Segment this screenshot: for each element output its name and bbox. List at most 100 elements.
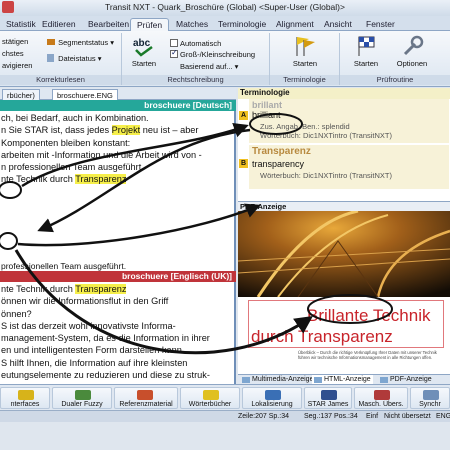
editor-pane: rbücher) broschuere.ENG broschuere [Deut… [0, 88, 236, 384]
status-segment-state: Nicht übersetzt [384, 413, 431, 420]
target-line: önnen wir die Informationsflut in den Gr… [1, 296, 169, 307]
terminology-start-button[interactable]: Starten [285, 35, 325, 73]
term1-info-value: splendid [321, 122, 350, 131]
pdf-body-text: Überblick – Durch die richtige Verknüpfu… [298, 350, 437, 360]
reference-material-icon [137, 390, 153, 400]
source-highlight-transparenz: Transparenz [75, 174, 127, 185]
tab-fenster[interactable]: Fenster [360, 18, 401, 31]
corr-bestaetigen[interactable]: stätigen [2, 37, 28, 46]
target-language-header: broschuere [Englisch (UK)] [0, 271, 236, 282]
window-title: Transit NXT - Quark_Broschüre (Global) <… [105, 2, 345, 12]
dual-fuzzy-button[interactable]: Dualer Fuzzy [52, 387, 112, 409]
tab-terminologie[interactable]: Terminologie [212, 18, 272, 31]
term1-source: brillant [252, 100, 283, 110]
term1-dict-value: Dic1NXTintro (TransitNXT) [302, 131, 392, 140]
window-bottom-area [0, 422, 450, 450]
interfaces-label: nterfaces [10, 401, 40, 408]
dateistatus-icon [47, 54, 54, 62]
term2-dict: Wörterbuch: Dic1NXTintro (TransitNXT) [260, 171, 392, 180]
banner-line-2: durch Transparenz [251, 327, 393, 346]
status-line-col: Zeile:207 Sp.:34 [238, 413, 289, 420]
status-language: ENG [436, 413, 450, 420]
tab-pruefen[interactable]: Prüfen [130, 18, 170, 31]
reference-material-button[interactable]: Referenzmaterial [114, 387, 178, 409]
tab-bearbeiten[interactable]: Bearbeiten [82, 18, 135, 31]
target-highlight-transparenz: Transparenz [75, 284, 127, 294]
target-text[interactable]: nte Technik durch Transparenz önnen wir … [0, 283, 236, 384]
checkbox-checked-icon [170, 48, 178, 58]
tab-ansicht[interactable]: Ansicht [318, 18, 358, 31]
localization-label: Lokalisierung [251, 401, 293, 408]
target-line: en und intelligentesten Form darstellen … [1, 345, 185, 356]
check-start-button[interactable]: Starten [346, 35, 386, 73]
ribbon-tab-bar: Statistik Editieren Bearbeiten Prüfen Ma… [0, 16, 450, 31]
dictionaries-icon [203, 390, 219, 400]
term1-info-label: Zus. Angab. Ben.: [260, 122, 320, 131]
source-line: n professionellen Team ausgeführt. [1, 162, 144, 173]
abc-icon: abc [133, 38, 153, 57]
eiffel-tower-photo [238, 211, 450, 297]
synchron-button[interactable]: Synchr [410, 387, 450, 409]
segmentstatus-icon [47, 39, 55, 45]
spell-gross-label: Groß-/Kleinschreibung [180, 50, 256, 59]
term2-target[interactable]: transparency [252, 159, 304, 169]
machine-translation-button[interactable]: Masch. Übers. [354, 387, 408, 409]
segmentstatus-label: Segmentstatus [58, 38, 109, 47]
terminology-header: Terminologie [238, 88, 450, 99]
term2-dict-value: Dic1NXTintro (TransitNXT) [302, 171, 392, 180]
source-highlight-word: Projekt [111, 125, 141, 136]
dictionaries-button[interactable]: Wörterbücher [180, 387, 240, 409]
pdf-view-header: PDF-Anzeige [238, 201, 450, 211]
localization-icon [265, 390, 281, 400]
wrench-icon [403, 35, 424, 56]
tab-editieren[interactable]: Editieren [36, 18, 82, 31]
term-tag-a[interactable]: A [239, 111, 248, 120]
synchron-icon [423, 390, 439, 400]
machine-translation-icon [374, 390, 390, 400]
group-rechtschreibung: abc Starten Automatisch Groß-/Kleinschre… [122, 33, 270, 85]
term1-dict-label: Wörterbuch: [260, 131, 301, 140]
target-top-line: professionellen Team ausgeführt. [0, 261, 236, 271]
pdf-photo-eiffel [238, 211, 450, 297]
star-james-icon [321, 390, 337, 400]
group-label-terminologie: Terminologie [270, 75, 339, 85]
dual-fuzzy-label: Dualer Fuzzy [61, 401, 103, 408]
localization-button[interactable]: Lokalisierung [242, 387, 302, 409]
target-line: nte Technik durch Transparenz [1, 284, 127, 294]
status-bar: Zeile:207 Sp.:34 Seg.:137 Pos.:34 Einf N… [0, 410, 450, 422]
terminology-panel[interactable]: brillant A brilliant Zus. Angab. Ben.: s… [238, 99, 450, 201]
right-tab-bar: Multimedia-Anzeige HTML-Anzeige PDF-Anze… [238, 374, 450, 385]
tab-alignment[interactable]: Alignment [270, 18, 320, 31]
term1-info: Zus. Angab. Ben.: splendid [260, 122, 350, 131]
dateistatus-button[interactable]: Dateistatus ▾ [46, 53, 101, 63]
spellcheck-start-button[interactable]: abc Starten [124, 35, 164, 73]
spell-gross-check[interactable]: Groß-/Kleinschreibung [170, 48, 256, 59]
right-pane: Terminologie brillant A brilliant Zus. A… [238, 88, 450, 385]
term2-dict-label: Wörterbuch: [260, 171, 301, 180]
document-tab-bar: rbücher) broschuere.ENG [0, 88, 236, 101]
checkbox-icon [170, 39, 178, 47]
source-language-header: broschuere [Deutsch] [0, 100, 236, 111]
segmentstatus-button[interactable]: Segmentstatus ▾ [46, 37, 114, 47]
term1-target[interactable]: brilliant [252, 110, 281, 120]
terminology-start-label: Starten [292, 59, 318, 68]
star-james-button[interactable]: STAR James [304, 387, 352, 409]
corr-naechstes[interactable]: chstes [2, 49, 24, 58]
spell-automatisch-check[interactable]: Automatisch [170, 39, 221, 48]
interfaces-button[interactable]: nterfaces [0, 387, 50, 409]
group-terminologie: Starten Terminologie [270, 33, 340, 85]
term2-source: Transparenz [252, 146, 311, 157]
source-line: ch, bei Bedarf, auch in Kombination. [1, 113, 149, 123]
spell-automatisch-label: Automatisch [180, 39, 222, 48]
star-james-label: STAR James [307, 401, 349, 408]
target-line: önnen? [1, 308, 32, 319]
source-text[interactable]: ch, bei Bedarf, auch in Kombination. n S… [0, 112, 236, 190]
check-flag-icon [358, 36, 375, 56]
target-line: S hilft Ihnen, die Information auf ihre … [1, 357, 188, 368]
corr-navigieren[interactable]: avigieren [2, 61, 32, 70]
spell-basierend-dropdown[interactable]: Basierend auf... ▾ [180, 62, 238, 71]
check-options-label: Optionen [396, 59, 428, 68]
tab-matches[interactable]: Matches [170, 18, 214, 31]
term-tag-b[interactable]: B [239, 159, 248, 168]
check-options-button[interactable]: Optionen [392, 35, 432, 73]
